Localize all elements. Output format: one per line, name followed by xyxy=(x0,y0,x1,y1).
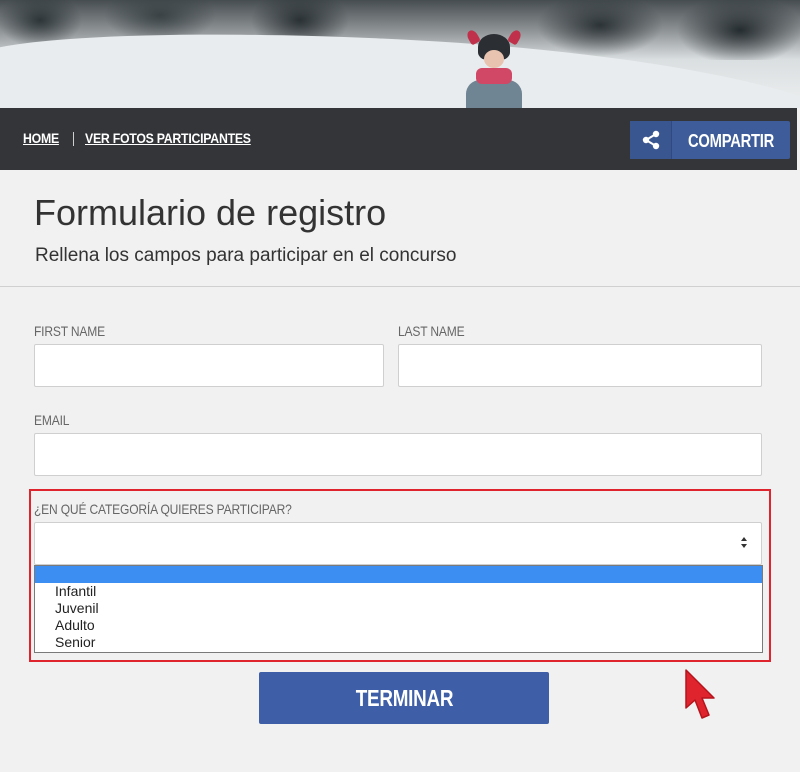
last-name-input[interactable] xyxy=(398,344,762,387)
nav-home-link[interactable]: HOME xyxy=(23,130,59,146)
submit-button[interactable]: TERMINAR xyxy=(259,672,549,724)
nav-fotos-link[interactable]: VER FOTOS PARTICIPANTES xyxy=(85,130,251,146)
last-name-label: LAST NAME xyxy=(398,323,465,339)
category-option-infantil[interactable]: Infantil xyxy=(35,583,762,600)
category-option-senior[interactable]: Senior xyxy=(35,634,762,651)
banner-child-figure xyxy=(462,28,526,108)
category-option-empty[interactable] xyxy=(35,566,762,583)
share-button[interactable]: COMPARTIR xyxy=(630,121,790,159)
red-pointer-arrow-icon xyxy=(685,669,715,719)
select-arrows-icon xyxy=(741,537,749,551)
divider xyxy=(0,286,800,287)
category-option-adulto[interactable]: Adulto xyxy=(35,617,762,634)
submit-button-label: TERMINAR xyxy=(355,684,453,711)
share-icon xyxy=(630,121,672,159)
header-banner-image xyxy=(0,0,800,108)
category-option-juvenil[interactable]: Juvenil xyxy=(35,600,762,617)
category-dropdown-list: Infantil Juvenil Adulto Senior xyxy=(34,565,763,653)
first-name-input[interactable] xyxy=(34,344,384,387)
email-label: EMAIL xyxy=(34,412,70,428)
page-subtitle: Rellena los campos para participar en el… xyxy=(35,245,457,266)
nav-separator xyxy=(73,132,74,146)
first-name-label: FIRST NAME xyxy=(34,323,105,339)
category-label: ¿EN QUÉ CATEGORÍA QUIERES PARTICIPAR? xyxy=(34,501,292,517)
category-select[interactable] xyxy=(34,522,762,565)
page-title: Formulario de registro xyxy=(34,192,387,233)
share-button-label: COMPARTIR xyxy=(688,131,775,151)
email-input[interactable] xyxy=(34,433,762,476)
